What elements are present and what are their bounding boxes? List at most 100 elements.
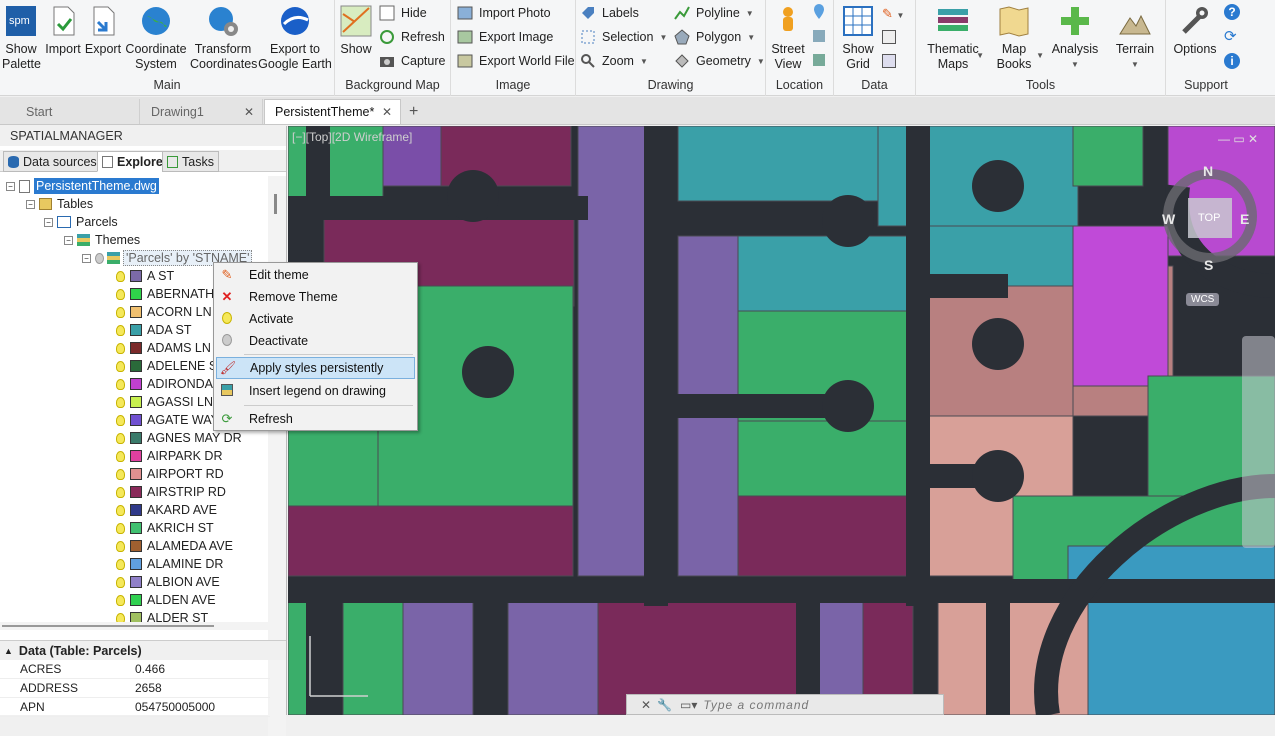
selection-button[interactable]: Selection ▼: [580, 26, 667, 48]
menu-item-deactivate[interactable]: Deactivate: [216, 330, 415, 352]
new-tab-button[interactable]: +: [405, 99, 427, 124]
labels-button[interactable]: Labels: [580, 2, 639, 24]
theme-item[interactable]: A ST: [116, 267, 174, 285]
bulb-on-icon[interactable]: [116, 558, 125, 570]
collapse-icon[interactable]: −: [26, 199, 35, 209]
import-button[interactable]: Import: [44, 2, 82, 57]
map-pin-grid-icon[interactable]: [812, 52, 826, 68]
wcs-badge[interactable]: WCS: [1186, 293, 1220, 306]
theme-item[interactable]: ALDEN AVE: [116, 591, 216, 609]
menu-item-apply-styles-persistently[interactable]: 🖌 Apply styles persistently: [216, 357, 415, 379]
close-icon[interactable]: ✕: [641, 698, 651, 712]
import-photo-button[interactable]: Import Photo: [457, 2, 551, 24]
menu-item-remove-theme[interactable]: ✕ Remove Theme: [216, 286, 415, 308]
bulb-on-icon[interactable]: [116, 324, 125, 336]
compass-south-label[interactable]: S: [1204, 257, 1213, 273]
polygon-button[interactable]: Polygon ▼: [674, 26, 755, 48]
theme-item[interactable]: AIRPARK DR: [116, 447, 222, 465]
tree-node-themes[interactable]: − Themes: [64, 231, 140, 249]
bulb-on-icon[interactable]: [116, 522, 125, 534]
options-button[interactable]: Options: [1170, 2, 1220, 57]
tab-data-sources[interactable]: Data sources: [3, 151, 102, 172]
bulb-on-icon[interactable]: [116, 288, 125, 300]
drawing-viewport[interactable]: [−][Top][2D Wireframe] N S E W TOP WCS —…: [288, 126, 1275, 715]
close-icon[interactable]: ✕: [244, 105, 254, 119]
bulb-on-icon[interactable]: [116, 342, 125, 354]
theme-item[interactable]: ADA ST: [116, 321, 191, 339]
theme-item[interactable]: ALAMINE DR: [116, 555, 223, 573]
collapse-icon[interactable]: −: [64, 235, 73, 245]
bulb-on-icon[interactable]: [116, 270, 125, 282]
pencil-edit-icon[interactable]: ✎ ▼: [882, 6, 904, 22]
data-panel-header[interactable]: ▲ Data (Table: Parcels): [0, 640, 286, 660]
bulb-on-icon[interactable]: [116, 414, 125, 426]
bulb-on-icon[interactable]: [116, 432, 125, 444]
export-image-button[interactable]: Export Image: [457, 26, 553, 48]
collapse-icon[interactable]: −: [82, 253, 91, 263]
bulb-on-icon[interactable]: [116, 468, 125, 480]
theme-item[interactable]: ADELENE ST: [116, 357, 225, 375]
bulb-on-icon[interactable]: [116, 540, 125, 552]
table-icon[interactable]: [882, 30, 896, 44]
tab-persistent-theme[interactable]: PersistentTheme* ✕: [264, 99, 401, 124]
analysis-button[interactable]: Analysis ▼: [1050, 2, 1100, 72]
theme-item[interactable]: AGASSI LN: [116, 393, 213, 411]
bulb-on-icon[interactable]: [116, 594, 125, 606]
compass-north-label[interactable]: N: [1203, 163, 1213, 179]
compass-west-label[interactable]: W: [1162, 211, 1175, 227]
map-books-button[interactable]: Map Books ▼: [986, 2, 1044, 72]
terrain-button[interactable]: Terrain ▼: [1110, 2, 1160, 72]
bulb-on-icon[interactable]: [116, 576, 125, 588]
bulb-on-icon[interactable]: [116, 396, 125, 408]
tree-node-tables[interactable]: − Tables: [26, 195, 93, 213]
theme-item[interactable]: ALAMEDA AVE: [116, 537, 233, 555]
export-google-earth-button[interactable]: Export to Google Earth: [258, 2, 332, 72]
table-add-icon[interactable]: [882, 54, 896, 68]
menu-item-insert-legend[interactable]: Insert legend on drawing: [216, 380, 415, 402]
theme-item[interactable]: AGNES MAY DR: [116, 429, 242, 447]
theme-item[interactable]: ADAMS LN: [116, 339, 211, 357]
theme-item[interactable]: AKARD AVE: [116, 501, 217, 519]
tab-drawing1[interactable]: Drawing1 ✕: [141, 99, 263, 124]
tab-tasks[interactable]: Tasks: [162, 151, 219, 172]
hide-button[interactable]: Hide: [379, 2, 427, 24]
theme-item[interactable]: ACORN LN: [116, 303, 212, 321]
bulb-on-icon[interactable]: [116, 504, 125, 516]
command-input[interactable]: Type a command: [703, 698, 809, 712]
bulb-on-icon[interactable]: [116, 450, 125, 462]
bulb-on-icon[interactable]: [116, 486, 125, 498]
theme-item[interactable]: AIRPORT RD: [116, 465, 224, 483]
tree-hscrollbar[interactable]: [0, 622, 268, 630]
geometry-button[interactable]: Geometry ▼: [674, 50, 765, 72]
help-icon[interactable]: ?: [1224, 4, 1240, 20]
menu-item-refresh[interactable]: ⟳ Refresh: [216, 408, 415, 430]
theme-item[interactable]: AKRICH ST: [116, 519, 214, 537]
scrollbar-thumb[interactable]: [2, 625, 214, 627]
street-view-button[interactable]: Street View: [768, 2, 808, 72]
tab-start[interactable]: Start: [16, 99, 140, 124]
menu-item-activate[interactable]: Activate: [216, 308, 415, 330]
export-world-file-button[interactable]: Export World File: [457, 50, 575, 72]
update-icon[interactable]: ⟳: [1224, 29, 1237, 45]
theme-item[interactable]: ABERNATHY: [116, 285, 222, 303]
scrollbar-thumb[interactable]: [274, 194, 277, 214]
close-icon[interactable]: ✕: [382, 105, 392, 119]
location-pin-icon[interactable]: [812, 4, 826, 20]
viewport-window-controls[interactable]: — ▭ ✕: [1218, 132, 1258, 146]
zoom-button[interactable]: Zoom ▼: [580, 50, 648, 72]
collapse-icon[interactable]: −: [6, 181, 15, 191]
tree-node-parcels[interactable]: − Parcels: [44, 213, 118, 231]
tree-node-file[interactable]: − PersistentTheme.dwg: [6, 177, 159, 195]
coordinate-system-button[interactable]: Coordinate System: [124, 2, 188, 72]
refresh-background-button[interactable]: Refresh: [379, 26, 445, 48]
compass-east-label[interactable]: E: [1240, 211, 1249, 227]
show-palette-button[interactable]: spm Show Palette: [2, 2, 41, 72]
show-grid-button[interactable]: Show Grid: [838, 2, 878, 72]
navigation-bar[interactable]: [1242, 336, 1275, 548]
bulb-on-icon[interactable]: [116, 306, 125, 318]
command-prompt-icon[interactable]: ▭▾: [680, 698, 697, 712]
collapse-icon[interactable]: −: [44, 217, 53, 227]
command-line[interactable]: ✕ 🔧 ▭▾ Type a command: [626, 694, 944, 715]
theme-item[interactable]: ALBION AVE: [116, 573, 220, 591]
bulb-on-icon[interactable]: [116, 360, 125, 372]
